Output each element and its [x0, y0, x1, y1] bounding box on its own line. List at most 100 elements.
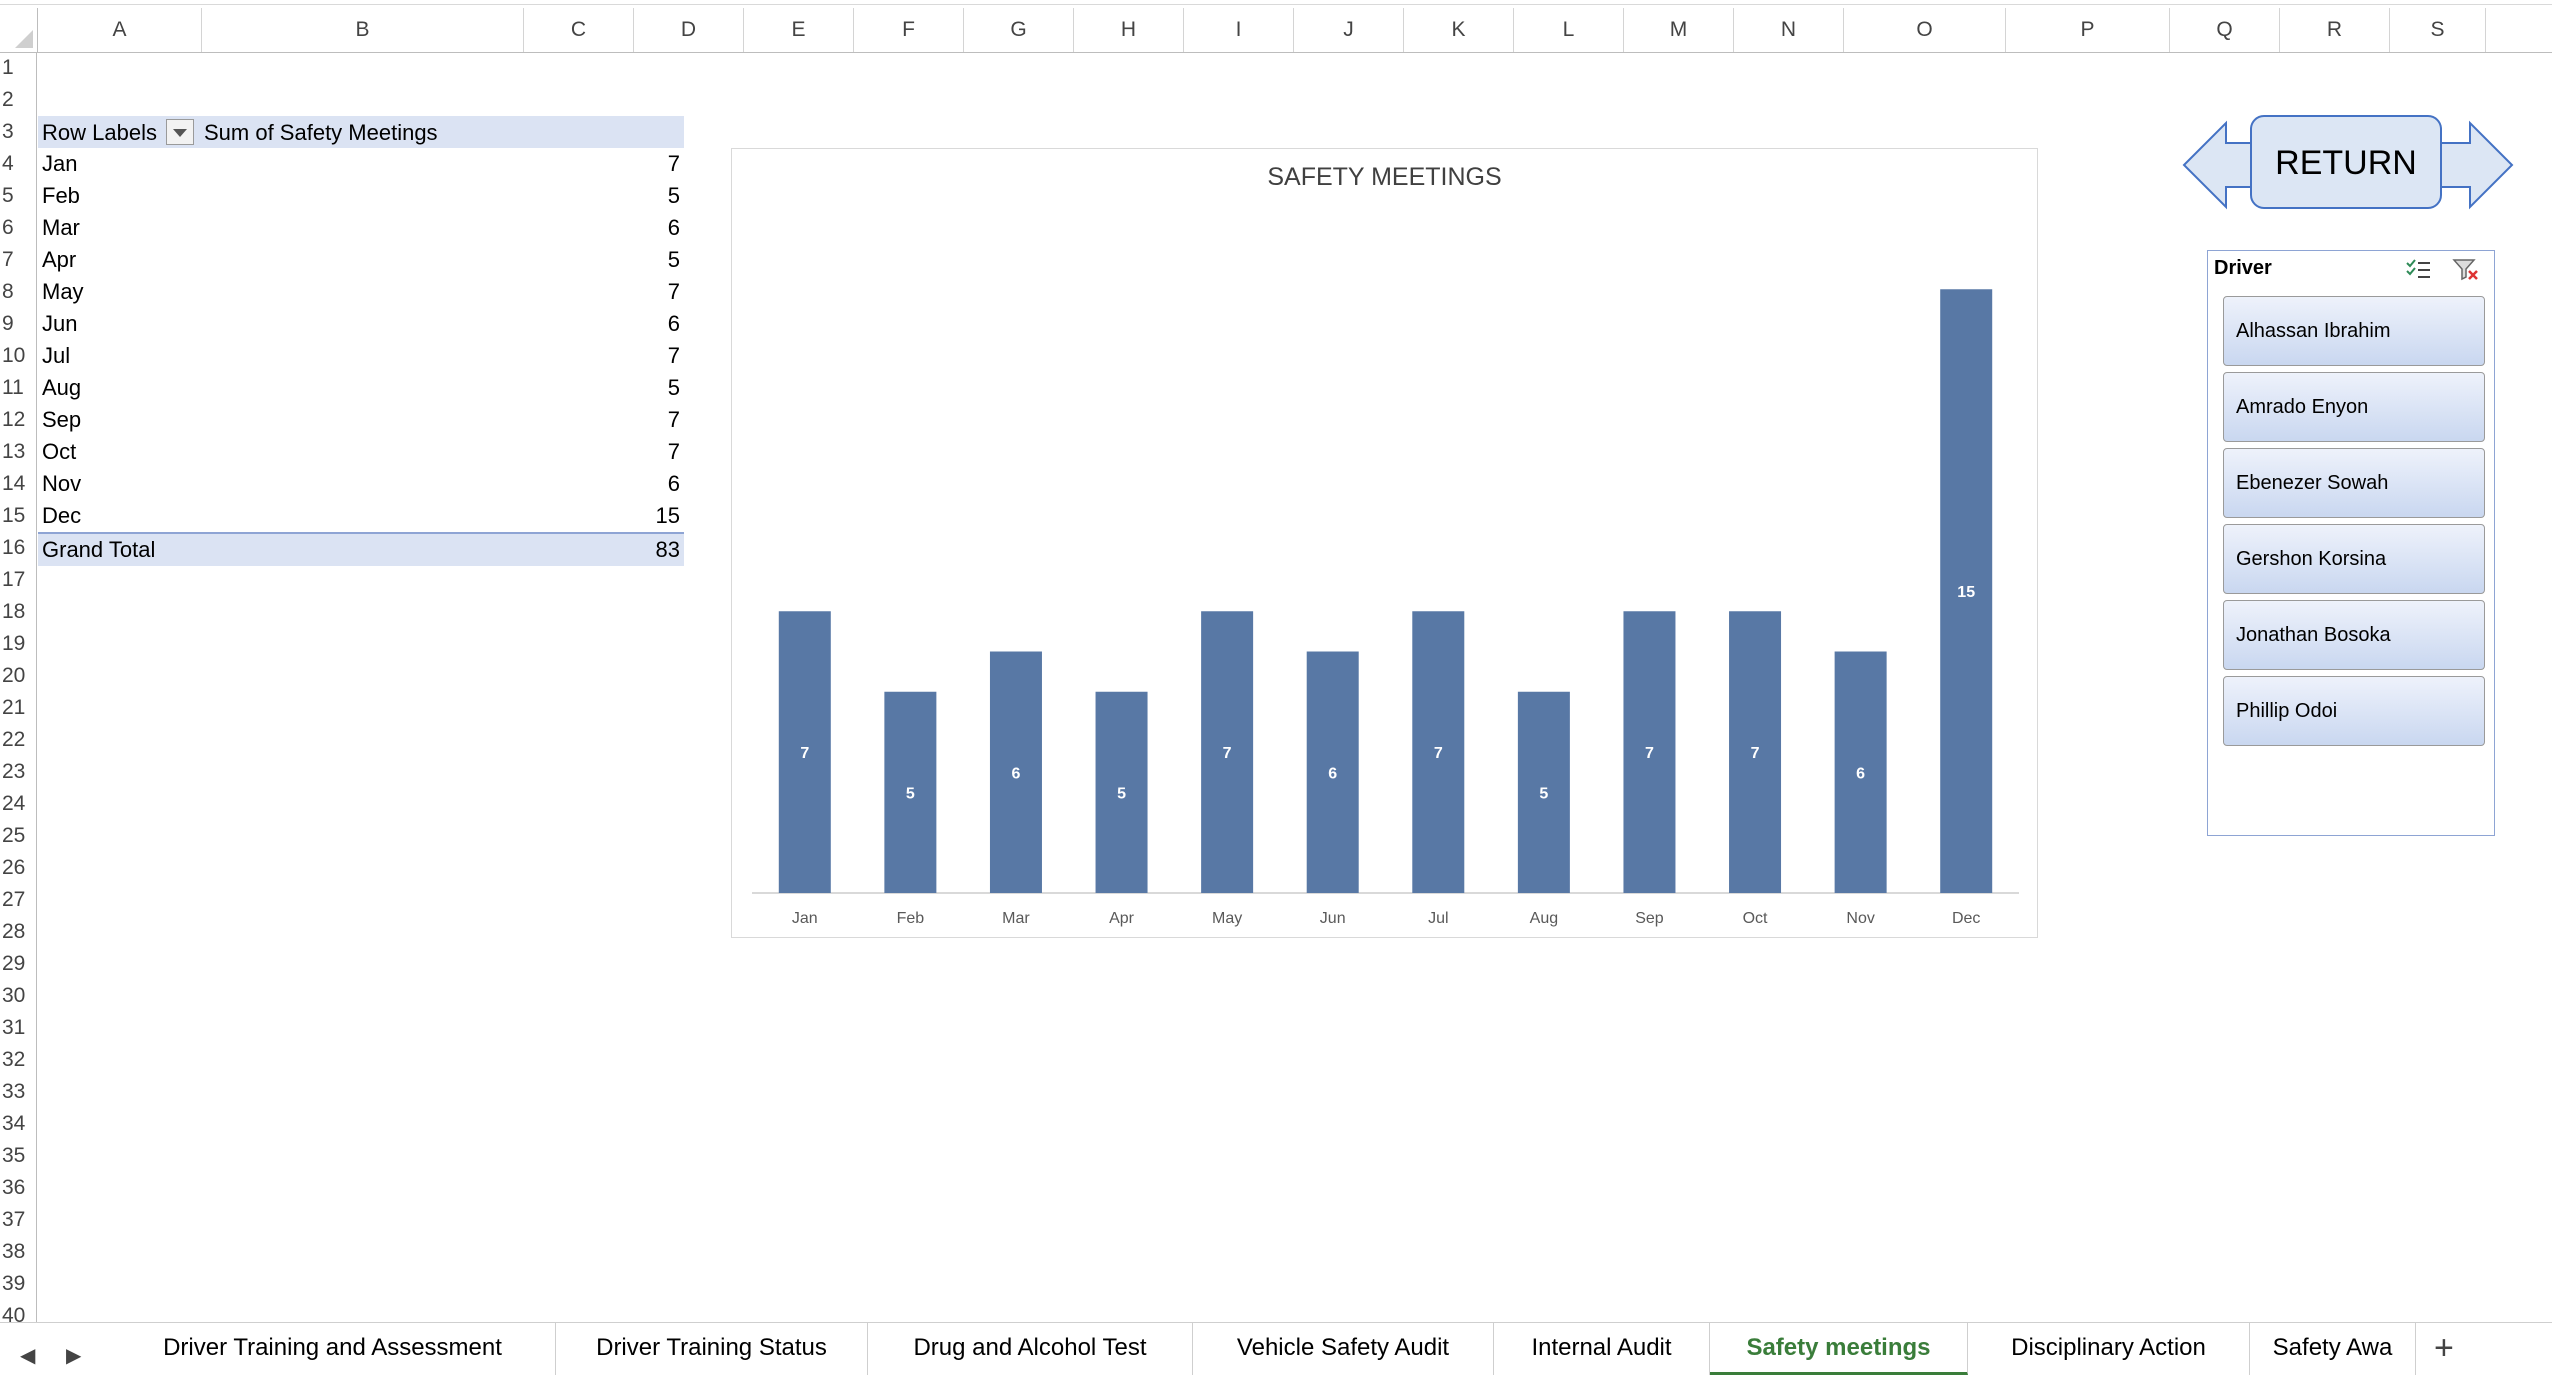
slicer-item[interactable]: Amrado Enyon [2223, 372, 2485, 442]
sheet-tab[interactable]: Safety meetings [1710, 1323, 1968, 1375]
safety-meetings-chart[interactable]: SAFETY MEETINGS 7 Jan 5 Feb 6 Mar 5 Apr 7 May 6 Jun… [731, 148, 2038, 938]
row-header-3[interactable]: 3 [0, 116, 37, 148]
row-header-14[interactable]: 14 [0, 468, 37, 500]
row-header-38[interactable]: 38 [0, 1236, 37, 1268]
slicer-item[interactable]: Ebenezer Sowah [2223, 448, 2485, 518]
pivot-row-label[interactable]: May [42, 276, 84, 308]
row-header-24[interactable]: 24 [0, 788, 37, 820]
pivot-row-label[interactable]: Dec [42, 500, 81, 532]
row-header-37[interactable]: 37 [0, 1204, 37, 1236]
pivot-row-label[interactable]: Feb [42, 180, 80, 212]
column-header-j[interactable]: J [1294, 8, 1404, 52]
sheet-tab[interactable]: Driver Training Status [556, 1323, 868, 1375]
sheet-tab[interactable]: Driver Training and Assessment [110, 1323, 556, 1375]
pivot-row-value[interactable]: 7 [204, 404, 680, 436]
column-header-i[interactable]: I [1184, 8, 1294, 52]
return-button[interactable]: RETURN [2250, 115, 2442, 209]
clear-filter-icon[interactable] [2452, 257, 2480, 283]
row-header-6[interactable]: 6 [0, 212, 37, 244]
row-header-9[interactable]: 9 [0, 308, 37, 340]
row-header-39[interactable]: 39 [0, 1268, 37, 1300]
column-header-r[interactable]: R [2280, 8, 2390, 52]
return-navigation[interactable]: RETURN [2180, 115, 2516, 213]
sheet-tab[interactable]: Vehicle Safety Audit [1193, 1323, 1494, 1375]
pivot-row-value[interactable]: 5 [204, 244, 680, 276]
row-header-26[interactable]: 26 [0, 852, 37, 884]
sheet-tab[interactable]: Drug and Alcohol Test [868, 1323, 1193, 1375]
pivot-row-value[interactable]: 7 [204, 340, 680, 372]
slicer-item[interactable]: Alhassan Ibrahim [2223, 296, 2485, 366]
column-header-h[interactable]: H [1074, 8, 1184, 52]
pivot-row-label[interactable]: Jul [42, 340, 70, 372]
row-header-11[interactable]: 11 [0, 372, 37, 404]
pivot-row-label[interactable]: Nov [42, 468, 81, 500]
row-header-13[interactable]: 13 [0, 436, 37, 468]
column-header-a[interactable]: A [38, 8, 202, 52]
column-header-c[interactable]: C [524, 8, 634, 52]
column-header-e[interactable]: E [744, 8, 854, 52]
column-header-f[interactable]: F [854, 8, 964, 52]
row-header-20[interactable]: 20 [0, 660, 37, 692]
row-header-17[interactable]: 17 [0, 564, 37, 596]
row-header-29[interactable]: 29 [0, 948, 37, 980]
pivot-row-label[interactable]: Apr [42, 244, 76, 276]
row-header-30[interactable]: 30 [0, 980, 37, 1012]
pivot-row-label[interactable]: Jan [42, 148, 77, 180]
row-header-28[interactable]: 28 [0, 916, 37, 948]
column-header-g[interactable]: G [964, 8, 1074, 52]
row-header-34[interactable]: 34 [0, 1108, 37, 1140]
row-header-22[interactable]: 22 [0, 724, 37, 756]
column-header-d[interactable]: D [634, 8, 744, 52]
row-header-10[interactable]: 10 [0, 340, 37, 372]
row-header-7[interactable]: 7 [0, 244, 37, 276]
row-header-31[interactable]: 31 [0, 1012, 37, 1044]
row-header-8[interactable]: 8 [0, 276, 37, 308]
multi-select-icon[interactable] [2404, 257, 2432, 283]
prev-sheet-icon[interactable]: ◀ [20, 1343, 35, 1368]
row-header-21[interactable]: 21 [0, 692, 37, 724]
column-header-m[interactable]: M [1624, 8, 1734, 52]
pivot-row-label[interactable]: Mar [42, 212, 80, 244]
column-header-k[interactable]: K [1404, 8, 1514, 52]
column-header-o[interactable]: O [1844, 8, 2006, 52]
column-header-b[interactable]: B [202, 8, 524, 52]
pivot-row-value[interactable]: 5 [204, 372, 680, 404]
row-header-5[interactable]: 5 [0, 180, 37, 212]
pivot-row-value[interactable]: 6 [204, 212, 680, 244]
pivot-row-value[interactable]: 7 [204, 148, 680, 180]
row-header-4[interactable]: 4 [0, 148, 37, 180]
sheet-tab[interactable]: Internal Audit [1494, 1323, 1710, 1375]
driver-slicer[interactable]: Driver Alhassan Ibrahim Amrado Enyon Ebene… [2207, 250, 2495, 836]
next-sheet-icon[interactable]: ▶ [66, 1343, 81, 1368]
row-header-36[interactable]: 36 [0, 1172, 37, 1204]
pivot-filter-dropdown[interactable] [166, 119, 194, 145]
row-header-18[interactable]: 18 [0, 596, 37, 628]
pivot-row-label[interactable]: Aug [42, 372, 81, 404]
sheet-tab[interactable]: Safety Awa [2250, 1323, 2416, 1375]
row-header-15[interactable]: 15 [0, 500, 37, 532]
sheet-tab[interactable]: Disciplinary Action [1968, 1323, 2250, 1375]
row-header-32[interactable]: 32 [0, 1044, 37, 1076]
row-header-27[interactable]: 27 [0, 884, 37, 916]
row-header-33[interactable]: 33 [0, 1076, 37, 1108]
slicer-item[interactable]: Gershon Korsina [2223, 524, 2485, 594]
row-header-23[interactable]: 23 [0, 756, 37, 788]
pivot-row-value[interactable]: 5 [204, 180, 680, 212]
add-sheet-icon[interactable]: + [2434, 1329, 2454, 1368]
column-header-n[interactable]: N [1734, 8, 1844, 52]
row-header-16[interactable]: 16 [0, 532, 37, 564]
row-header-19[interactable]: 19 [0, 628, 37, 660]
column-header-p[interactable]: P [2006, 8, 2170, 52]
pivot-row-value[interactable]: 6 [204, 308, 680, 340]
slicer-item[interactable]: Phillip Odoi [2223, 676, 2485, 746]
row-header-2[interactable]: 2 [0, 84, 37, 116]
row-header-12[interactable]: 12 [0, 404, 37, 436]
pivot-row-label[interactable]: Sep [42, 404, 81, 436]
pivot-row-label[interactable]: Jun [42, 308, 77, 340]
pivot-row-value[interactable]: 7 [204, 436, 680, 468]
column-header-s[interactable]: S [2390, 8, 2486, 52]
column-header-l[interactable]: L [1514, 8, 1624, 52]
pivot-row-label[interactable]: Oct [42, 436, 76, 468]
row-header-25[interactable]: 25 [0, 820, 37, 852]
pivot-row-value[interactable]: 7 [204, 276, 680, 308]
